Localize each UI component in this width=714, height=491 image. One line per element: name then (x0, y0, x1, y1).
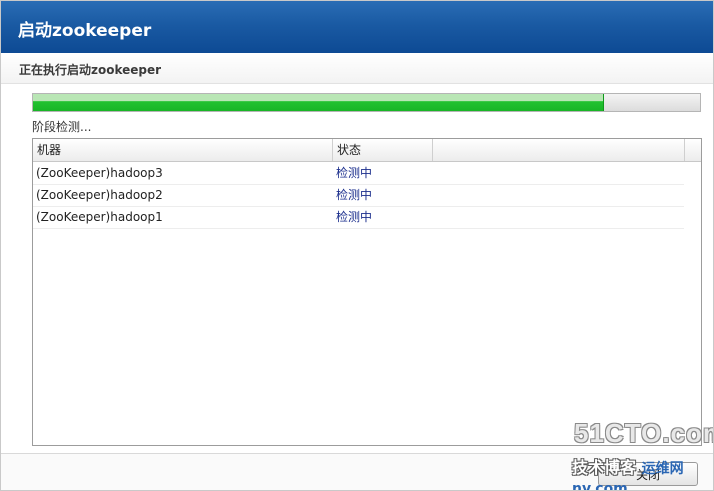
dialog-content: 阶段检测... 机器 状态 (ZooKeeper)hadoop3 检测中 (Zo… (1, 84, 713, 453)
dialog-title: 启动zookeeper (18, 21, 152, 41)
table-row[interactable]: (ZooKeeper)hadoop2 检测中 (33, 184, 684, 207)
column-header-spacer (433, 139, 685, 161)
start-zookeeper-dialog: 启动zookeeper 正在执行启动zookeeper 阶段检测... 机器 状… (0, 0, 714, 491)
machine-cell: (ZooKeeper)hadoop3 (36, 166, 163, 180)
status-cell: 检测中 (336, 188, 373, 202)
progress-bar-fill (33, 94, 605, 111)
close-button[interactable]: 关闭 (598, 462, 698, 486)
stage-label: 阶段检测... (32, 120, 92, 134)
status-cell: 检测中 (336, 210, 373, 224)
status-header: 正在执行启动zookeeper (1, 53, 713, 84)
status-cell: 检测中 (336, 166, 373, 180)
column-header-status[interactable]: 状态 (333, 139, 433, 161)
host-status-table: 机器 状态 (ZooKeeper)hadoop3 检测中 (ZooKeeper)… (32, 138, 702, 446)
dialog-footer: 关闭 (1, 453, 713, 490)
machine-cell: (ZooKeeper)hadoop2 (36, 188, 163, 202)
table-row[interactable]: (ZooKeeper)hadoop3 检测中 (33, 162, 684, 185)
machine-cell: (ZooKeeper)hadoop1 (36, 210, 163, 224)
progress-bar (32, 93, 701, 112)
status-header-text: 正在执行启动zookeeper (19, 63, 162, 77)
table-header: 机器 状态 (33, 139, 701, 162)
table-row[interactable]: (ZooKeeper)hadoop1 检测中 (33, 206, 684, 229)
dialog-titlebar: 启动zookeeper (1, 1, 713, 53)
column-header-machine[interactable]: 机器 (33, 139, 333, 161)
